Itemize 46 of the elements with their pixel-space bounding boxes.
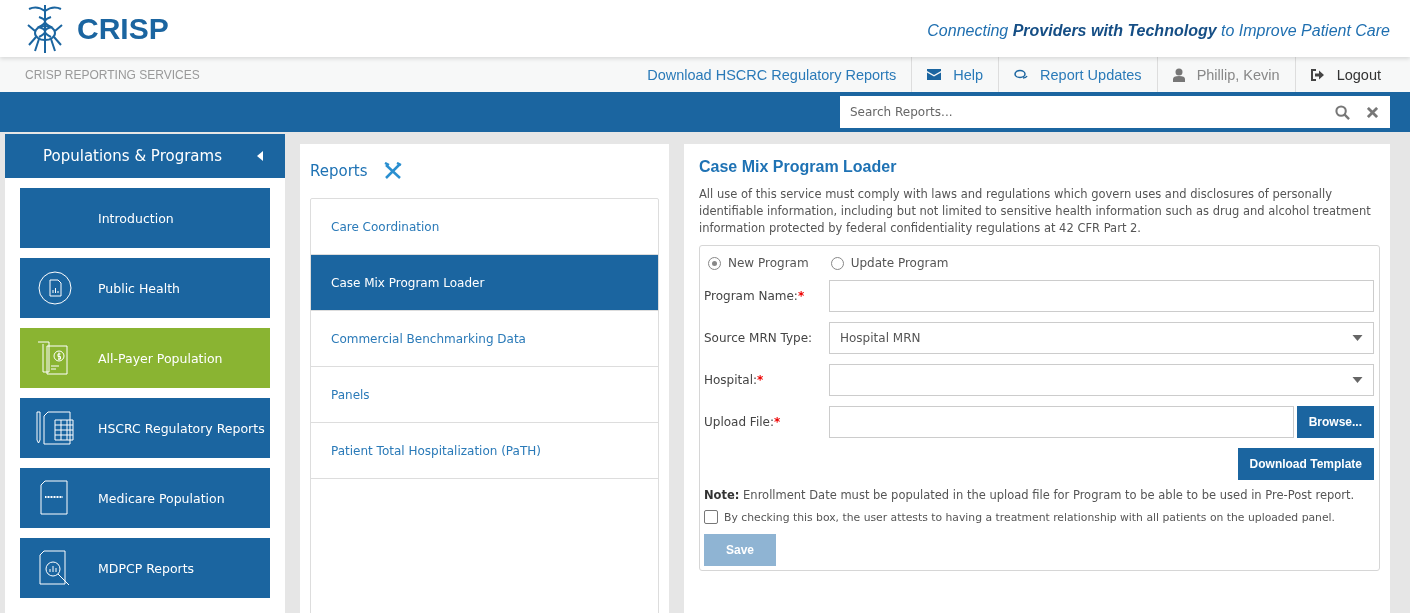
checkbox[interactable] (704, 510, 718, 524)
sidebar-item[interactable]: MDPCP Reports (20, 538, 270, 598)
magnifier-chart-icon (39, 550, 71, 586)
logout-icon (1310, 68, 1325, 81)
sidebar-item[interactable]: Introduction (20, 188, 270, 248)
form-title: Case Mix Program Loader (699, 158, 898, 176)
report-item[interactable]: Commercial Benchmarking Data (311, 311, 658, 367)
program-type-radio[interactable]: New Program (708, 256, 809, 270)
sidebar-item[interactable]: Public Health (20, 258, 270, 318)
report-item[interactable]: Patient Total Hospitalization (PaTH) (311, 423, 658, 479)
document-cycle-icon (37, 270, 73, 306)
attestation-label: By checking this box, the user attests to having a treatment relationship with all patients on the uploaded panel. (724, 510, 1336, 524)
field-label: Hospital:* (704, 373, 765, 387)
crossed-tools-icon[interactable] (383, 162, 402, 180)
link-link[interactable]: Download HSCRC Regulatory Reports (632, 57, 912, 92)
dropdown-field[interactable] (829, 364, 1374, 396)
site-title: CRISP REPORTING SERVICES (25, 67, 200, 82)
field-label: Program Name:* (704, 289, 806, 303)
close-icon[interactable] (1367, 107, 1378, 118)
field-label: Upload File:* (704, 415, 782, 429)
disclaimer-text: All use of this service must comply with laws and regulations which govern uses and disclosures of personally identifiable information, including but not limited to sensitive health information such as drug and alcohol treatment information protected by federal confidentiality regulations at 42 CFR Part 2. (699, 186, 1372, 237)
logo-text: CRISP (77, 11, 169, 46)
report-item[interactable]: Case Mix Program Loader (311, 255, 658, 311)
search-icon[interactable] (1335, 105, 1350, 120)
medicare-card-icon (40, 480, 70, 516)
reports-title: Reports (310, 162, 368, 180)
tagline: Connecting Providers with Technology to Improve Patient Care (927, 20, 1390, 40)
input-field[interactable] (829, 280, 1374, 312)
dropdown-caret-icon (1352, 377, 1363, 383)
download-template-button[interactable]: Download Template (1237, 448, 1374, 480)
note-text: Note: Enrollment Date must be populated in the upload file for Program to be able to be used in Pre-Post report. (704, 488, 1356, 502)
browse-button[interactable]: Browse... (1296, 406, 1374, 438)
dropdown-field[interactable]: Hospital MRN (829, 322, 1374, 354)
user-icon (1172, 67, 1185, 82)
sidebar-title: Populations & Programs (43, 147, 222, 165)
file-input-field[interactable] (829, 406, 1294, 438)
sidebar-item[interactable]: HSCRC Regulatory Reports (20, 398, 270, 458)
pencil-spreadsheet-icon (36, 410, 74, 446)
search-field[interactable]: Search Reports... (840, 96, 1390, 128)
dropdown-caret-icon (1352, 335, 1363, 341)
field-label: Source MRN Type: (704, 331, 814, 345)
report-item[interactable]: Panels (311, 367, 658, 423)
collapse-caret-icon[interactable] (257, 151, 263, 161)
sidebar-item[interactable]: Medicare Population (20, 468, 270, 528)
program-type-radio[interactable]: Update Program (830, 256, 949, 270)
envelope-icon (927, 69, 942, 80)
